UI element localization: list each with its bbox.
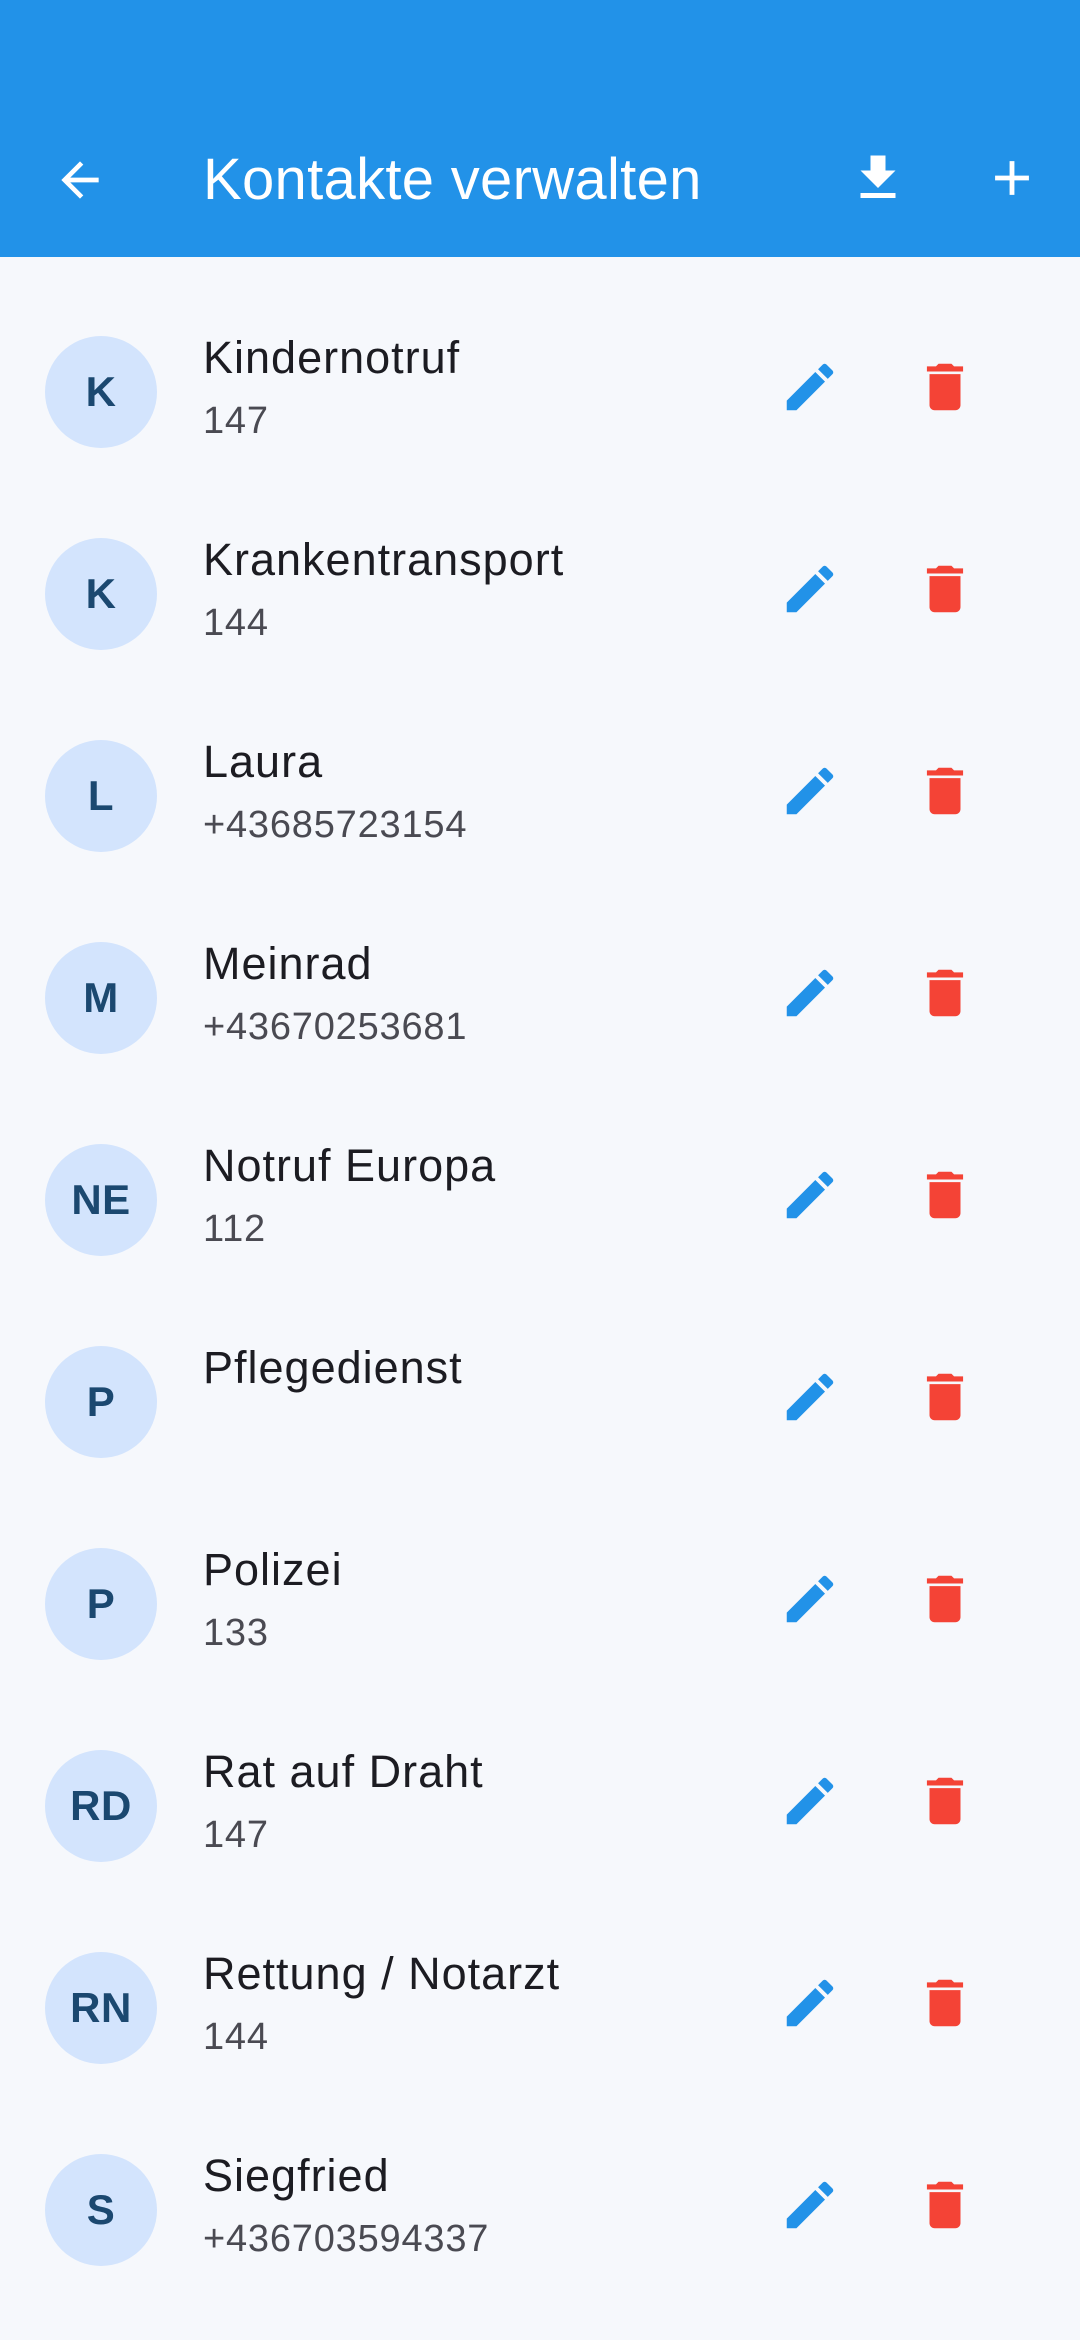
avatar: K: [45, 538, 157, 650]
edit-contact-button[interactable]: [770, 347, 850, 427]
delete-contact-button[interactable]: [905, 347, 985, 427]
app-bar: Kontakte verwalten: [0, 0, 1080, 257]
download-button[interactable]: [838, 138, 918, 218]
delete-contact-button[interactable]: [905, 549, 985, 629]
trash-icon: [926, 1777, 964, 1825]
avatar: K: [45, 336, 157, 448]
avatar: P: [45, 1346, 157, 1458]
add-contact-button[interactable]: [972, 138, 1052, 218]
contact-list-item[interactable]: RN Rettung / Notarzt 144: [0, 1908, 1080, 2110]
contact-phone: +436703594337: [203, 2218, 490, 2260]
add-icon: [995, 161, 1029, 195]
edit-contact-button[interactable]: [770, 1155, 850, 1235]
contact-phone: 147: [203, 1814, 269, 1856]
contact-list-item[interactable]: P Polizei 133: [0, 1504, 1080, 1706]
contact-list-item[interactable]: M Meinrad +43670253681: [0, 898, 1080, 1100]
edit-icon: [786, 767, 834, 815]
avatar-initials: P: [86, 1580, 116, 1627]
contact-phone: 147: [203, 400, 269, 442]
contact-list-item[interactable]: NE Notruf Europa 112: [0, 1100, 1080, 1302]
avatar-initials: S: [86, 2186, 116, 2233]
edit-contact-button[interactable]: [770, 549, 850, 629]
edit-contact-button[interactable]: [770, 751, 850, 831]
contact-phone: 144: [203, 602, 269, 644]
page-title: Kontakte verwalten: [203, 147, 702, 212]
contact-phone: +43685723154: [203, 804, 468, 846]
edit-contact-button[interactable]: [770, 1963, 850, 2043]
contact-list-item[interactable]: RD Rat auf Draht 147: [0, 1706, 1080, 1908]
avatar-initials: K: [85, 368, 117, 415]
avatar: S: [45, 2154, 157, 2266]
contact-phone: +43670253681: [203, 1006, 468, 1048]
edit-icon: [786, 969, 834, 1017]
contact-name: Kindernotruf: [203, 332, 461, 383]
delete-contact-button[interactable]: [905, 953, 985, 1033]
delete-contact-button[interactable]: [905, 1155, 985, 1235]
trash-icon: [926, 2181, 964, 2229]
contact-phone: 112: [203, 1208, 266, 1250]
contact-phone: 144: [203, 2016, 269, 2058]
avatar: RD: [45, 1750, 157, 1862]
contact-name: Polizei: [203, 1544, 343, 1595]
avatar: L: [45, 740, 157, 852]
edit-icon: [786, 1171, 834, 1219]
download-icon: [860, 155, 896, 198]
delete-contact-button[interactable]: [905, 1761, 985, 1841]
avatar-initials: L: [87, 772, 115, 819]
edit-icon: [786, 1575, 834, 1623]
contact-phone: 133: [203, 1612, 269, 1654]
contact-list-item[interactable]: L Laura +43685723154: [0, 696, 1080, 898]
avatar-initials: P: [86, 1378, 116, 1425]
edit-icon: [786, 565, 834, 613]
contact-name: Pflegedienst: [203, 1342, 463, 1393]
trash-icon: [926, 767, 964, 815]
edit-icon: [786, 363, 834, 411]
contact-list: K Kindernotruf 147 K Krankentransport 14…: [0, 257, 1080, 2312]
avatar-initials: NE: [71, 1176, 131, 1223]
contact-name: Krankentransport: [203, 534, 565, 585]
contact-list-item[interactable]: K Krankentransport 144: [0, 494, 1080, 696]
contact-name: Meinrad: [203, 938, 373, 989]
avatar-initials: RN: [70, 1984, 132, 2031]
trash-icon: [926, 1373, 964, 1421]
contact-name: Rat auf Draht: [203, 1746, 484, 1797]
contact-name: Notruf Europa: [203, 1140, 497, 1191]
edit-icon: [786, 2181, 834, 2229]
edit-icon: [786, 1373, 834, 1421]
edit-contact-button[interactable]: [770, 2165, 850, 2245]
trash-icon: [926, 363, 964, 411]
avatar: M: [45, 942, 157, 1054]
contact-name: Laura: [203, 736, 324, 787]
contact-list-item[interactable]: P Pflegedienst: [0, 1302, 1080, 1504]
edit-icon: [786, 1777, 834, 1825]
back-button[interactable]: [40, 140, 120, 220]
contact-name: Siegfried: [203, 2150, 390, 2201]
avatar: P: [45, 1548, 157, 1660]
delete-contact-button[interactable]: [905, 1963, 985, 2043]
avatar-initials: K: [85, 570, 117, 617]
avatar-initials: RD: [70, 1782, 132, 1829]
delete-contact-button[interactable]: [905, 1559, 985, 1639]
avatar-initials: M: [83, 974, 119, 1021]
arrow-back-icon: [61, 161, 99, 199]
app-root: Kontakte verwalten K Kindernotruf 147 K …: [0, 0, 1080, 2340]
avatar: NE: [45, 1144, 157, 1256]
edit-icon: [786, 1979, 834, 2027]
contact-list-item[interactable]: S Siegfried +436703594337: [0, 2110, 1080, 2312]
trash-icon: [926, 565, 964, 613]
avatar: RN: [45, 1952, 157, 2064]
edit-contact-button[interactable]: [770, 1559, 850, 1639]
trash-icon: [926, 1575, 964, 1623]
delete-contact-button[interactable]: [905, 751, 985, 831]
contact-name: Rettung / Notarzt: [203, 1948, 561, 1999]
trash-icon: [926, 969, 964, 1017]
delete-contact-button[interactable]: [905, 1357, 985, 1437]
trash-icon: [926, 1171, 964, 1219]
edit-contact-button[interactable]: [770, 1761, 850, 1841]
contact-list-item[interactable]: K Kindernotruf 147: [0, 292, 1080, 494]
trash-icon: [926, 1979, 964, 2027]
delete-contact-button[interactable]: [905, 2165, 985, 2245]
edit-contact-button[interactable]: [770, 953, 850, 1033]
edit-contact-button[interactable]: [770, 1357, 850, 1437]
